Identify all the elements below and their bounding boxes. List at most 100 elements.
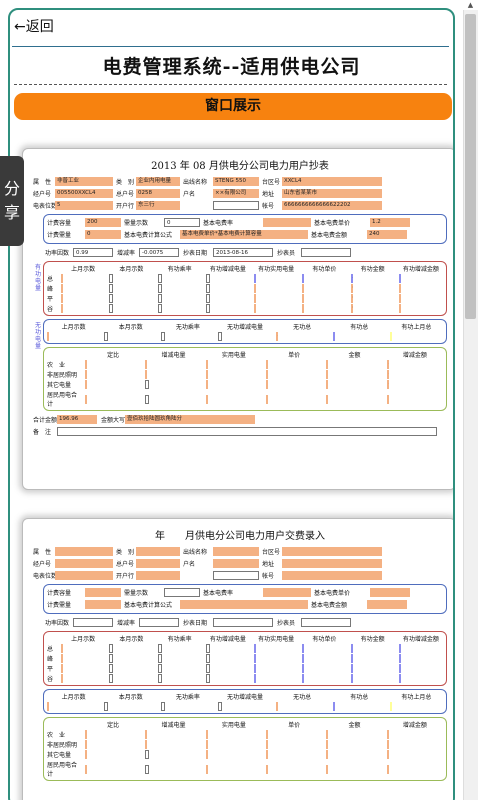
info-field[interactable]	[55, 547, 113, 556]
meter-field[interactable]	[213, 618, 273, 627]
active-cell[interactable]	[157, 654, 162, 663]
active-cell[interactable]: 0	[350, 294, 353, 303]
active-cell[interactable]	[157, 304, 162, 313]
active-cell[interactable]	[254, 654, 256, 663]
active-cell[interactable]	[398, 664, 401, 673]
usage-cell[interactable]: 127	[205, 370, 208, 379]
active-cell[interactable]	[302, 674, 305, 683]
reactive-cell[interactable]: 1	[161, 332, 166, 341]
active-cell[interactable]	[302, 664, 305, 673]
active-cell[interactable]	[109, 644, 114, 653]
meter-field[interactable]: 0.99	[73, 248, 113, 257]
reactive-cell[interactable]	[218, 702, 223, 711]
active-cell[interactable]	[254, 664, 256, 673]
reactive-cell[interactable]: 222	[389, 332, 392, 341]
usage-cell[interactable]: 115	[205, 380, 208, 389]
active-cell[interactable]	[350, 654, 353, 663]
calc-field[interactable]	[263, 588, 311, 597]
reactive-cell[interactable]	[47, 702, 49, 711]
meter-field[interactable]: 2013-08-16	[213, 248, 273, 257]
active-cell[interactable]: 0	[254, 294, 256, 303]
active-cell[interactable]	[205, 644, 210, 653]
active-cell[interactable]: 1.21	[398, 274, 401, 283]
active-cell[interactable]	[254, 674, 256, 683]
active-cell[interactable]: -161.92	[350, 274, 353, 283]
reactive-cell[interactable]	[275, 702, 278, 711]
active-cell[interactable]: 10	[61, 304, 63, 313]
info-field[interactable]	[213, 547, 259, 556]
active-cell[interactable]	[302, 644, 305, 653]
usage-cell[interactable]	[205, 730, 208, 739]
active-cell[interactable]: 0.44	[302, 284, 305, 293]
active-cell[interactable]: 0.44	[302, 294, 305, 303]
active-cell[interactable]: 211	[61, 284, 63, 293]
info-field[interactable]	[136, 547, 180, 556]
window-show-button[interactable]: 窗口展示	[14, 93, 452, 120]
info-field[interactable]	[213, 571, 259, 580]
active-cell[interactable]: 0	[398, 294, 401, 303]
calc-field[interactable]	[180, 600, 308, 609]
usage-cell[interactable]: 115	[205, 394, 208, 404]
share-tab[interactable]: 分 享	[0, 156, 24, 246]
info-field[interactable]: 山东省某某市	[282, 189, 382, 198]
calc-field[interactable]: 240	[367, 230, 407, 239]
info-field[interactable]: 非普工业	[55, 177, 113, 186]
reactive-cell[interactable]: -20	[275, 332, 278, 341]
info-field[interactable]	[282, 547, 382, 556]
usage-cell[interactable]	[205, 764, 208, 774]
reactive-cell[interactable]: 115	[332, 332, 335, 341]
calc-field[interactable]: 200	[85, 218, 121, 227]
info-field[interactable]: XXCL4	[282, 177, 382, 186]
usage-cell[interactable]	[145, 764, 150, 774]
reactive-cell[interactable]	[161, 702, 166, 711]
active-cell[interactable]: 200	[61, 274, 63, 283]
active-cell[interactable]	[350, 674, 353, 683]
reactive-cell[interactable]: 20	[47, 332, 49, 341]
reactive-cell[interactable]	[104, 702, 109, 711]
usage-cell[interactable]	[85, 740, 87, 749]
reactive-cell[interactable]	[332, 702, 335, 711]
active-cell[interactable]: 200	[109, 294, 114, 303]
active-cell[interactable]	[302, 654, 305, 663]
info-field[interactable]	[282, 559, 382, 568]
calc-field[interactable]	[367, 600, 407, 609]
info-field[interactable]	[55, 559, 113, 568]
active-cell[interactable]	[398, 644, 401, 653]
info-field[interactable]: 005500XXCL4	[55, 189, 113, 198]
active-cell[interactable]: 0	[398, 304, 401, 313]
active-cell[interactable]	[109, 674, 114, 683]
reactive-cell[interactable]	[389, 702, 392, 711]
active-cell[interactable]	[61, 644, 63, 653]
usage-cell[interactable]	[85, 764, 87, 774]
meter-field[interactable]	[73, 618, 113, 627]
active-cell[interactable]	[350, 664, 353, 673]
info-field[interactable]	[213, 559, 259, 568]
usage-cell[interactable]	[326, 750, 329, 759]
usage-cell[interactable]	[145, 360, 148, 369]
usage-cell[interactable]	[265, 750, 268, 759]
active-cell[interactable]: 300	[109, 274, 114, 283]
active-cell[interactable]: 0.44	[302, 304, 305, 313]
usage-cell[interactable]	[145, 740, 148, 749]
active-cell[interactable]: 0	[205, 294, 210, 303]
info-field[interactable]: 东三行	[136, 201, 180, 210]
active-cell[interactable]	[157, 644, 162, 653]
active-cell[interactable]	[205, 654, 210, 663]
active-cell[interactable]	[205, 674, 210, 683]
usage-cell[interactable]	[205, 750, 208, 759]
scroll-up-arrow-icon[interactable]: ▲	[463, 0, 478, 10]
active-cell[interactable]: -368	[254, 274, 256, 283]
usage-cell[interactable]: 1.1	[85, 360, 87, 369]
usage-cell[interactable]	[265, 740, 268, 749]
usage-cell[interactable]: 50.6	[326, 380, 329, 389]
calc-field[interactable]: 0	[85, 230, 121, 239]
active-cell[interactable]	[398, 674, 401, 683]
usage-cell[interactable]	[85, 394, 87, 404]
total-field[interactable]: 196.96	[57, 415, 97, 424]
note-field[interactable]	[57, 427, 437, 436]
active-cell[interactable]: 0	[205, 284, 210, 293]
usage-cell[interactable]	[205, 740, 208, 749]
calc-field[interactable]	[85, 588, 121, 597]
usage-cell[interactable]	[386, 730, 389, 739]
upper-field[interactable]: 壹佰玖拾陆圆玖角陆分	[125, 415, 255, 424]
